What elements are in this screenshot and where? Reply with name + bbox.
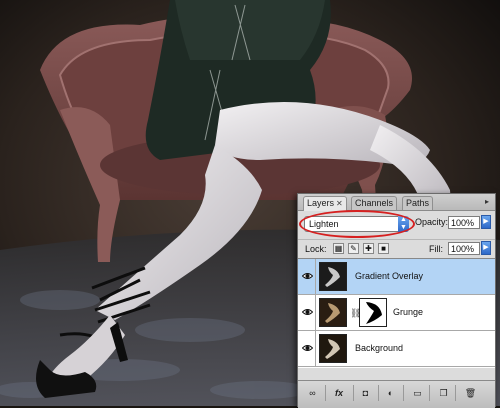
chevron-updown-icon: ▲ ▼ xyxy=(398,216,409,232)
layer-thumbnail xyxy=(319,262,347,291)
toolbar-divider xyxy=(325,385,326,401)
blend-mode-value: Lighten xyxy=(309,219,339,229)
visibility-eye-icon[interactable] xyxy=(298,259,316,294)
lock-position-icon[interactable]: ✚ xyxy=(363,243,374,254)
tab-layers[interactable]: Layers ✕ xyxy=(303,196,347,211)
visibility-eye-icon[interactable] xyxy=(298,295,316,330)
fx-icon[interactable]: fx xyxy=(331,387,347,399)
visibility-eye-icon[interactable] xyxy=(298,331,316,366)
toolbar-divider xyxy=(353,385,354,401)
blend-mode-select[interactable]: Lighten ▲ ▼ xyxy=(304,216,409,232)
layer-row-background[interactable]: Background xyxy=(298,331,495,367)
layer-row-gradient-overlay[interactable]: Gradient Overlay xyxy=(298,259,495,295)
opacity-slider-icon[interactable]: ▶ xyxy=(481,215,491,229)
tab-layers-label: Layers xyxy=(307,198,335,208)
fill-slider-icon[interactable]: ▶ xyxy=(481,241,491,255)
lock-all-icon[interactable]: ■ xyxy=(378,243,389,254)
layer-mask-thumbnail[interactable] xyxy=(359,298,387,327)
layer-row-grunge[interactable]: ⛓ Grunge xyxy=(298,295,495,331)
tab-channels-label: Channels xyxy=(355,198,394,208)
fill-label: Fill: xyxy=(429,244,443,254)
layer-name: Background xyxy=(355,343,404,353)
tab-paths[interactable]: Paths xyxy=(402,196,434,210)
lock-pixels-icon[interactable]: ✎ xyxy=(348,243,359,254)
panel-menu-icon[interactable]: ▸ xyxy=(482,197,492,206)
new-group-icon[interactable]: ▭ xyxy=(411,387,424,399)
opacity-label: Opacity: xyxy=(415,217,449,227)
lock-fill-row: Lock: ▦ ✎ ✚ ■ Fill: 100% ▶ xyxy=(298,239,495,258)
panel-tab-bar: Layers ✕ Channels Paths ▸ xyxy=(298,194,495,211)
toolbar-divider xyxy=(455,385,456,401)
opacity-input[interactable]: 100% xyxy=(448,216,480,229)
layers-panel: Layers ✕ Channels Paths ▸ Lighten ▲ ▼ Opac… xyxy=(297,193,496,408)
tab-channels[interactable]: Channels xyxy=(351,196,398,210)
close-icon[interactable]: ✕ xyxy=(336,197,343,210)
trash-icon[interactable]: 🗑 xyxy=(464,387,477,399)
blend-opacity-row: Lighten ▲ ▼ Opacity: 100% ▶ xyxy=(298,213,495,233)
layer-thumbnail xyxy=(319,334,347,363)
panel-bottom-toolbar: ∞ fx ◘ ◐ ▭ ❐ 🗑 xyxy=(298,380,495,408)
lock-label: Lock: xyxy=(305,244,327,254)
add-mask-icon[interactable]: ◘ xyxy=(359,387,372,399)
toolbar-divider xyxy=(378,385,379,401)
toolbar-divider xyxy=(403,385,404,401)
adjustment-layer-icon[interactable]: ◐ xyxy=(384,387,397,399)
tab-paths-label: Paths xyxy=(406,198,430,208)
new-layer-icon[interactable]: ❐ xyxy=(437,387,450,399)
layers-list: Gradient Overlay ⛓ Grunge Background xyxy=(298,258,495,368)
layer-name: Grunge xyxy=(393,307,424,317)
toolbar-divider xyxy=(429,385,430,401)
link-layers-icon[interactable]: ∞ xyxy=(306,387,319,399)
layer-name: Gradient Overlay xyxy=(355,271,424,281)
layer-thumbnail xyxy=(319,298,347,327)
fill-input[interactable]: 100% xyxy=(448,242,480,255)
lock-transparency-icon[interactable]: ▦ xyxy=(333,243,344,254)
